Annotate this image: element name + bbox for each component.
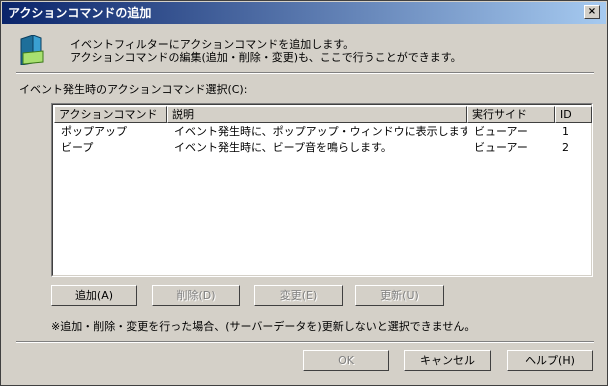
update-button[interactable]: 更新(U) <box>355 285 444 306</box>
modify-button[interactable]: 変更(E) <box>254 285 343 306</box>
window-title: アクションコマンドの追加 <box>8 6 152 20</box>
help-button[interactable]: ヘルプ(H) <box>507 350 593 371</box>
add-button[interactable]: 追加(A) <box>51 285 137 306</box>
top-divider <box>16 72 594 74</box>
list-item[interactable]: ビープ イベント発生時に、ビープ音を鳴らします。 ビューアー 2 <box>54 140 592 156</box>
description-line-2: アクションコマンドの編集(追加・削除・変更)も、ここで行うことができます。 <box>70 51 462 64</box>
column-header-description[interactable]: 説明 <box>167 106 467 123</box>
cell-side: ビューアー <box>474 125 528 138</box>
list-item[interactable]: ポップアップ イベント発生時に、ポップアップ・ウィンドウに表示します。 ビューア… <box>54 124 592 140</box>
cell-description: イベント発生時に、ビープ音を鳴らします。 <box>174 141 392 154</box>
list-header: アクションコマンド 説明 実行サイド ID <box>54 106 592 123</box>
add-action-command-dialog: アクションコマンドの追加 × イベントフィルターにアクションコマンドを追加します… <box>0 0 608 386</box>
close-button[interactable]: × <box>584 5 600 19</box>
cell-id: 2 <box>562 141 569 154</box>
column-header-side[interactable]: 実行サイド <box>467 106 555 123</box>
column-header-command[interactable]: アクションコマンド <box>54 106 167 123</box>
cancel-button[interactable]: キャンセル <box>404 350 491 371</box>
cell-command: ポップアップ <box>61 125 127 138</box>
list-label: イベント発生時のアクションコマンド選択(C): <box>19 83 248 96</box>
title-bar[interactable]: アクションコマンドの追加 × <box>2 2 606 24</box>
description-line-1: イベントフィルターにアクションコマンドを追加します。 <box>70 38 355 51</box>
delete-button[interactable]: 削除(D) <box>152 285 240 306</box>
cell-description: イベント発生時に、ポップアップ・ウィンドウに表示します。 <box>174 125 467 138</box>
action-command-icon <box>19 34 45 66</box>
cell-side: ビューアー <box>474 141 528 154</box>
ok-button[interactable]: OK <box>303 350 389 371</box>
column-header-id[interactable]: ID <box>555 106 592 123</box>
cell-command: ビープ <box>61 141 94 154</box>
action-command-list[interactable]: アクションコマンド 説明 実行サイド ID ポップアップ イベント発生時に、ポッ… <box>51 103 593 277</box>
note-text: ※追加・削除・変更を行った場合、(サーバーデータを)更新しないと選択できません。 <box>51 320 476 333</box>
cell-id: 1 <box>562 125 569 138</box>
dialog-description: イベントフィルターにアクションコマンドを追加します。 アクションコマンドの編集(… <box>70 38 462 64</box>
bottom-divider <box>16 341 594 343</box>
